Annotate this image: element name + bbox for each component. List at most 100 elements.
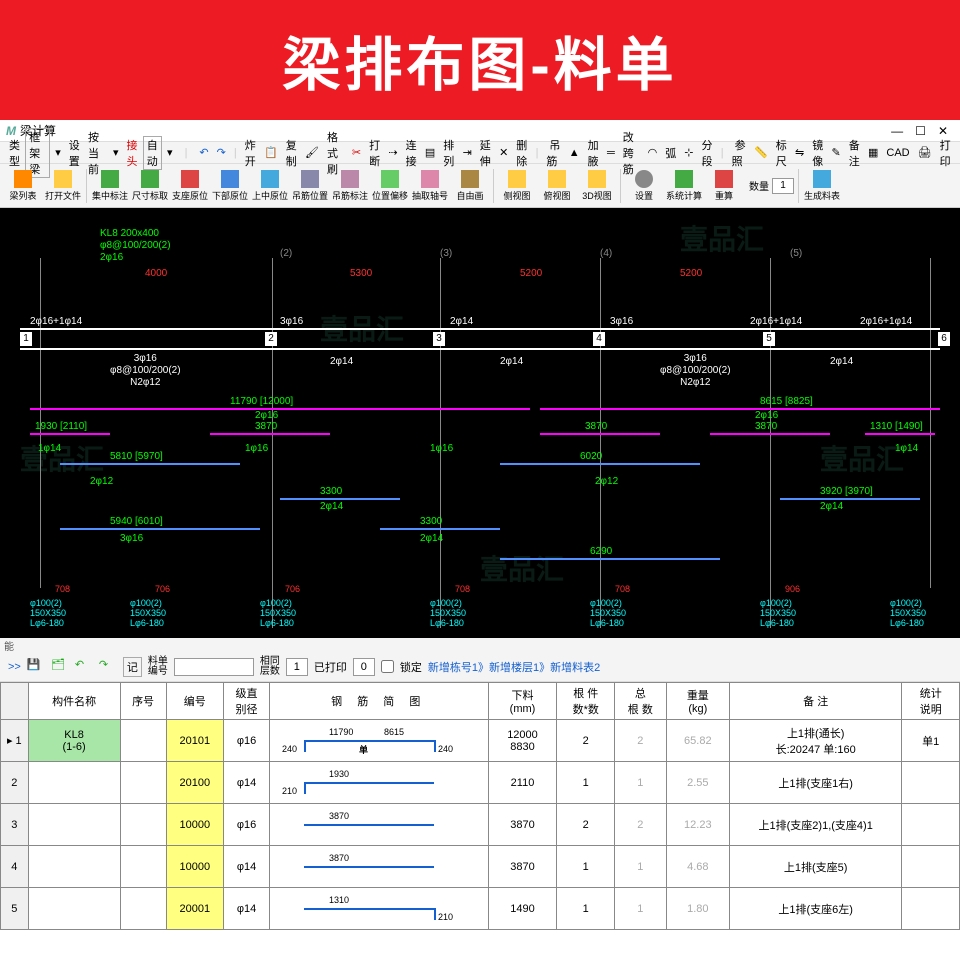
cell-note[interactable]: 上1排(通长) 长:20247 单:160 bbox=[729, 720, 901, 762]
cell-wt[interactable]: 12.23 bbox=[666, 804, 729, 846]
menu-haunch[interactable]: ▲ bbox=[566, 147, 583, 159]
cell-stat[interactable] bbox=[902, 762, 960, 804]
cell-stat[interactable] bbox=[902, 846, 960, 888]
cell-sketch[interactable]: 2101930 bbox=[270, 762, 488, 804]
tb-beam-list[interactable]: 梁列表 bbox=[4, 166, 42, 206]
tb-gen-table[interactable]: 生成料表 bbox=[803, 166, 841, 206]
cell-code[interactable]: 10000 bbox=[166, 846, 223, 888]
cell-tot[interactable]: 1 bbox=[614, 888, 666, 930]
close-icon[interactable]: ✕ bbox=[938, 124, 948, 138]
cell-dia[interactable]: φ16 bbox=[224, 720, 270, 762]
tb-freehand[interactable]: 自由画 bbox=[451, 166, 489, 206]
menu-joint[interactable]: 接头 bbox=[123, 137, 140, 169]
save-icon[interactable]: 💾 bbox=[27, 658, 45, 676]
cell-note[interactable]: 上1排(支座5) bbox=[729, 846, 901, 888]
cell-len[interactable]: 3870 bbox=[488, 804, 557, 846]
cell-stat[interactable] bbox=[902, 804, 960, 846]
tb-dim-mark[interactable]: 尺寸标取 bbox=[131, 166, 169, 206]
th-len[interactable]: 下料 (mm) bbox=[488, 683, 557, 720]
th-seq[interactable]: 序号 bbox=[120, 683, 166, 720]
tb-topmid[interactable]: 上中原位 bbox=[251, 166, 289, 206]
same-floor-input[interactable] bbox=[286, 658, 308, 676]
menu-brush[interactable]: 🖌 bbox=[302, 146, 322, 159]
menu-mirror[interactable]: ⇋ bbox=[792, 146, 807, 159]
cell-cnt[interactable]: 1 bbox=[557, 846, 614, 888]
menu-connect[interactable]: ⇢ bbox=[385, 146, 400, 159]
tb-hanger-pos[interactable]: 吊筋位置 bbox=[291, 166, 329, 206]
menu-hanger[interactable]: 吊筋 bbox=[543, 137, 563, 169]
cell-note[interactable]: 上1排(支座6左) bbox=[729, 888, 901, 930]
cell-tot[interactable]: 2 bbox=[614, 804, 666, 846]
cell-code[interactable]: 20001 bbox=[166, 888, 223, 930]
cell-len[interactable]: 12000 8830 bbox=[488, 720, 557, 762]
cell-code[interactable]: 20101 bbox=[166, 720, 223, 762]
cell-len[interactable]: 3870 bbox=[488, 846, 557, 888]
cell-dia[interactable]: φ14 bbox=[224, 888, 270, 930]
cell-seq[interactable] bbox=[120, 846, 166, 888]
cell-name[interactable]: KL8 (1-6) bbox=[28, 720, 120, 762]
cell-note[interactable]: 上1排(支座1右) bbox=[729, 762, 901, 804]
bianhao-input[interactable] bbox=[174, 658, 254, 676]
cell-sketch[interactable]: 3870 bbox=[270, 846, 488, 888]
cell-name[interactable] bbox=[28, 888, 120, 930]
table-row[interactable]: 220100φ1421019302110112.55上1排(支座1右) bbox=[1, 762, 960, 804]
menu-auto[interactable]: 自动 bbox=[143, 136, 162, 170]
cell-len[interactable]: 2110 bbox=[488, 762, 557, 804]
cell-note[interactable]: 上1排(支座2)1,(支座4)1 bbox=[729, 804, 901, 846]
cell-len[interactable]: 1490 bbox=[488, 888, 557, 930]
cell-tot[interactable]: 1 bbox=[614, 762, 666, 804]
menu-break[interactable]: ✂ bbox=[349, 146, 364, 159]
cell-wt[interactable]: 4.68 bbox=[666, 846, 729, 888]
undo-icon[interactable]: ↶ bbox=[75, 658, 93, 676]
cell-code[interactable]: 20100 bbox=[166, 762, 223, 804]
menu-extend[interactable]: ⇥ bbox=[460, 146, 475, 159]
tb-extract-axis[interactable]: 抽取轴号 bbox=[411, 166, 449, 206]
menu-print[interactable]: 🖨 bbox=[915, 146, 935, 159]
cell-sketch[interactable]: 3870 bbox=[270, 804, 488, 846]
th-tot[interactable]: 总 根 数 bbox=[614, 683, 666, 720]
menu-note[interactable]: ✎ bbox=[828, 146, 843, 159]
breadcrumb[interactable]: 新增栋号1》新增楼层1》新增料表2 bbox=[428, 659, 600, 675]
th-sketch[interactable]: 钢 筋 简 图 bbox=[270, 683, 488, 720]
menu-type[interactable]: 类型 bbox=[6, 137, 23, 169]
menu-arc[interactable]: ◠ bbox=[645, 146, 661, 159]
menu-copy[interactable]: 📋 bbox=[261, 146, 281, 159]
th-stat[interactable]: 统计 说明 bbox=[902, 683, 960, 720]
tb-hanger-mark[interactable]: 吊筋标注 bbox=[331, 166, 369, 206]
cell-cnt[interactable]: 1 bbox=[557, 888, 614, 930]
tb-support[interactable]: 支座原位 bbox=[171, 166, 209, 206]
tb-top-view[interactable]: 俯视图 bbox=[538, 166, 576, 206]
menu-segment[interactable]: ⊹ bbox=[681, 146, 696, 159]
menu-ref[interactable]: 参照 bbox=[729, 137, 749, 169]
cell-cnt[interactable]: 2 bbox=[557, 720, 614, 762]
minimize-icon[interactable]: — bbox=[891, 124, 903, 138]
tb-settings[interactable]: 设置 bbox=[625, 166, 663, 206]
cell-seq[interactable] bbox=[120, 888, 166, 930]
tb-sys-calc[interactable]: 系统计算 bbox=[665, 166, 703, 206]
save-all-icon[interactable]: 🗂 bbox=[51, 658, 69, 676]
lock-checkbox[interactable] bbox=[381, 660, 394, 673]
tb-focus-mark[interactable]: 集中标注 bbox=[91, 166, 129, 206]
cell-dia[interactable]: φ14 bbox=[224, 846, 270, 888]
maximize-icon[interactable]: ☐ bbox=[915, 124, 926, 138]
th-cnt[interactable]: 根 件 数*数 bbox=[557, 683, 614, 720]
cell-cnt[interactable]: 1 bbox=[557, 762, 614, 804]
tb-3d-view[interactable]: 3D视图 bbox=[578, 166, 616, 206]
cell-cnt[interactable]: 2 bbox=[557, 804, 614, 846]
table-row[interactable]: 410000φ1438703870114.68上1排(支座5) bbox=[1, 846, 960, 888]
cell-name[interactable] bbox=[28, 846, 120, 888]
cell-sketch[interactable]: 2101310 bbox=[270, 888, 488, 930]
menu-explode[interactable]: 炸开 bbox=[242, 137, 259, 169]
th-code[interactable]: 编号 bbox=[166, 683, 223, 720]
cell-seq[interactable] bbox=[120, 762, 166, 804]
cell-wt[interactable]: 2.55 bbox=[666, 762, 729, 804]
cell-seq[interactable] bbox=[120, 720, 166, 762]
qty-input[interactable] bbox=[772, 178, 794, 194]
cad-viewport[interactable]: 壹品汇 壹品汇 壹品汇 壹品汇 壹品汇 KL8 200x400φ8@100/20… bbox=[0, 208, 960, 638]
th-note[interactable]: 备 注 bbox=[729, 683, 901, 720]
menu-cad[interactable]: ▦ bbox=[865, 146, 881, 159]
tb-bottom[interactable]: 下部原位 bbox=[211, 166, 249, 206]
table-row[interactable]: 520001φ1421013101490111.80上1排(支座6左) bbox=[1, 888, 960, 930]
cell-tot[interactable]: 1 bbox=[614, 846, 666, 888]
cell-seq[interactable] bbox=[120, 804, 166, 846]
